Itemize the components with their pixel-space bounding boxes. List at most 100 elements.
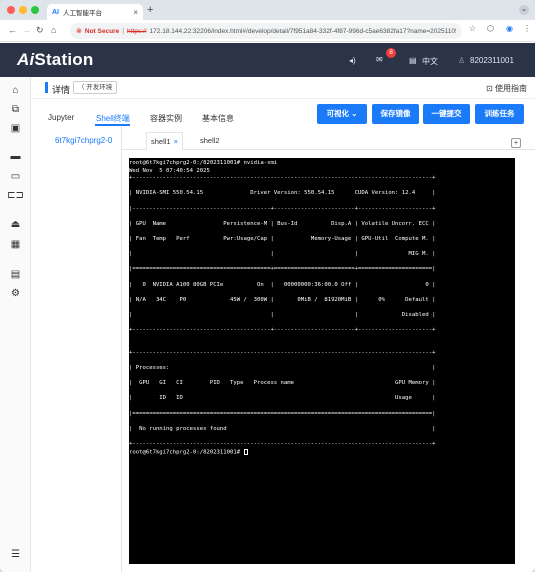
forward-arrow-icon[interactable]: → (22, 25, 31, 35)
warning-icon: ⊗ (76, 28, 82, 35)
extensions-icon[interactable]: ⬡ (487, 24, 494, 33)
terminal-line: | | | Disabled | (129, 311, 436, 318)
user-guide-link[interactable]: ⊡ 使用指南 (486, 83, 527, 94)
home-icon[interactable]: ⌂ (51, 25, 56, 35)
tab-shell[interactable]: Shell终端 (96, 113, 130, 124)
shell-tab-2[interactable]: shell2 (196, 132, 224, 150)
browser-window: AI 人工智能平台 × + ⌄ ← → ↻ ⌂ ⊗ Not Secure | h… (0, 0, 535, 572)
terminal-line: root@6t7kgi7chprg2-0:/8202311001# nvidia… (129, 160, 278, 166)
breadcrumb: 详情 〈 开发环境 ⊡ 使用指南 (31, 77, 535, 99)
main-content: Jupyter Shell终端 容器实例 基本信息 可视化 ⌄ 保存镜像 一键提… (31, 99, 535, 572)
back-to-dev-env-button[interactable]: 〈 开发环境 (73, 81, 118, 94)
terminal-line: root@6t7kgi7chprg2-0:/8202311001# (129, 448, 515, 457)
visualize-dropdown-button[interactable]: 可视化 ⌄ (317, 104, 367, 124)
terminal-line: |---------------------------------------… (129, 205, 436, 212)
reload-icon[interactable]: ↻ (36, 25, 44, 36)
dev-env-nav-icon[interactable]: ⧉ (0, 104, 31, 115)
app-header: AiStation ◂) ✉ 8 ▤ 中文 ♙ 8202311001 (0, 43, 535, 77)
back-arrow-icon[interactable]: ← (8, 25, 17, 35)
terminal-cursor (243, 448, 248, 455)
mail-icon[interactable]: ✉ (376, 55, 383, 64)
terminal-line: | NVIDIA-SMI 550.54.15 Driver Version: 5… (129, 190, 436, 197)
report-nav-icon[interactable]: ▦ (0, 239, 31, 250)
shell-tab-1[interactable]: shell1 × (146, 132, 183, 150)
favicon-icon: AI (52, 8, 59, 16)
terminal-line: | N/A 34C P0 45W / 300W | 0MiB / 81920Mi… (129, 296, 436, 303)
user-name[interactable]: 8202311001 (470, 56, 514, 65)
image-nav-icon[interactable]: ▣ (0, 123, 31, 134)
detail-tabs: Jupyter Shell终端 容器实例 基本信息 可视化 ⌄ 保存镜像 一键提… (31, 99, 535, 127)
guide-icon: ⊡ (486, 84, 495, 93)
url-omnibox[interactable]: ⊗ Not Secure | https:// 172.18.144.22:32… (70, 23, 462, 39)
pod-item[interactable]: 6t7kgi7chprg2-0 (55, 136, 112, 145)
terminal-line: +---------------------------------------… (129, 440, 436, 447)
folder-nav-icon[interactable]: ▬ (0, 151, 31, 162)
menu-collapse-icon[interactable]: ☰ (0, 549, 31, 560)
browser-tab-title: 人工智能平台 (63, 10, 102, 17)
terminal-line: | No running processes found | (129, 425, 436, 432)
bookmark-star-icon[interactable]: ☆ (469, 24, 476, 33)
tab-container-instance[interactable]: 容器实例 (150, 113, 182, 124)
terminal-line: | | | MIG M. | (129, 251, 436, 258)
tab-basic-info[interactable]: 基本信息 (202, 113, 234, 124)
maximize-window-icon[interactable] (31, 6, 39, 14)
dataset-nav-icon[interactable]: ▭ (0, 171, 31, 182)
close-shell-tab-icon[interactable]: × (174, 137, 178, 146)
terminal-line: Wed Nov 5 07:40:54 2025 (129, 167, 210, 174)
user-icon: ♙ (458, 56, 466, 65)
terminal-line: +---------------------------------------… (129, 175, 436, 182)
not-secure-label: Not Secure (84, 27, 120, 35)
tab-search-chevron-icon[interactable]: ⌄ (519, 5, 529, 15)
browser-tab[interactable]: AI 人工智能平台 × (47, 4, 143, 20)
close-tab-icon[interactable]: × (133, 8, 138, 17)
left-nav-rail: ⌂ ⧉ ▣ ▬ ▭ ⊏⊐ ⏏ ▦ ▤ ⚙ ☰ (0, 77, 31, 572)
training-task-button[interactable]: 训练任务 (475, 104, 524, 124)
pod-list: 6t7kgi7chprg2-0 (31, 127, 122, 572)
terminal-line: | Fan Temp Perf Pwr:Usage/Cap | Memory-U… (129, 235, 436, 242)
browser-menu-icon[interactable]: ⋮ (523, 24, 531, 33)
tag-nav-icon[interactable]: ⊏⊐ (0, 190, 31, 201)
url-scheme: https:// (127, 27, 147, 35)
app-logo[interactable]: AiStation (17, 50, 93, 70)
browser-address-bar: ← → ↻ ⌂ ⊗ Not Secure | https:// 172.18.1… (0, 20, 535, 42)
keyboard-icon: ▤ (409, 56, 417, 65)
settings-nav-icon[interactable]: ⚙ (0, 288, 31, 299)
tab-jupyter[interactable]: Jupyter (48, 113, 74, 122)
new-tab-button[interactable]: + (147, 4, 153, 16)
storage-nav-icon[interactable]: ▤ (0, 269, 31, 280)
bank-nav-icon[interactable]: ⏏ (0, 219, 31, 230)
minimize-window-icon[interactable] (19, 6, 27, 14)
active-tab-underline (95, 124, 130, 126)
terminal-line: |=======================================… (129, 410, 436, 417)
profile-icon[interactable]: ◉ (506, 24, 513, 33)
close-window-icon[interactable] (7, 6, 15, 14)
save-image-button[interactable]: 保存镜像 (372, 104, 419, 124)
one-click-submit-button[interactable]: 一键提交 (423, 104, 470, 124)
terminal-line: +---------------------------------------… (129, 349, 436, 356)
notification-badge: 8 (386, 48, 396, 58)
terminal-line: | ID ID Usage | (129, 395, 436, 402)
terminal-area: shell1 × shell2 + root@6t7kgi7chprg2-0:/8… (122, 127, 535, 572)
url-text: 172.18.144.22:32206/index.html#/develop/… (149, 27, 456, 35)
terminal-line: | Processes: | (129, 365, 436, 372)
add-shell-icon[interactable]: + (511, 138, 521, 148)
speaker-icon[interactable]: ◂) (349, 56, 356, 65)
terminal-console[interactable]: root@6t7kgi7chprg2-0:/8202311001# nvidia… (129, 158, 515, 564)
home-nav-icon[interactable]: ⌂ (0, 85, 31, 96)
language-switch[interactable]: 中文 (422, 56, 438, 67)
